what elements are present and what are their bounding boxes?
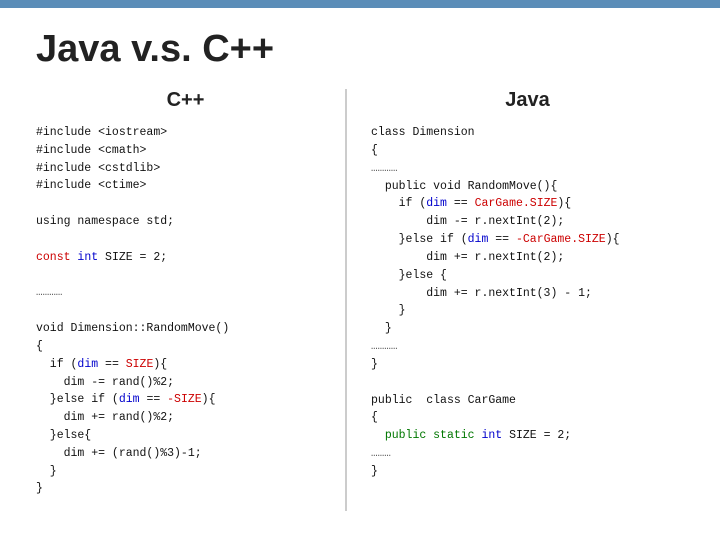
- right-code-block: class Dimension { ………… public void Rando…: [371, 124, 684, 481]
- left-code-block: #include <iostream> #include <cmath> #in…: [36, 124, 335, 498]
- slide: Java v.s. C++ C++ #include <iostream> #i…: [0, 8, 720, 540]
- right-header: Java: [371, 89, 684, 112]
- columns-container: C++ #include <iostream> #include <cmath>…: [36, 89, 684, 511]
- top-bar: [0, 0, 720, 8]
- col-right: Java class Dimension { ………… public void …: [347, 89, 684, 511]
- slide-title: Java v.s. C++: [36, 28, 684, 71]
- right-code-lines: class Dimension { ………… public void Rando…: [371, 126, 619, 478]
- left-code-line-1: #include <iostream> #include <cmath> #in…: [36, 126, 229, 495]
- left-header: C++: [36, 89, 335, 112]
- col-left: C++ #include <iostream> #include <cmath>…: [36, 89, 347, 511]
